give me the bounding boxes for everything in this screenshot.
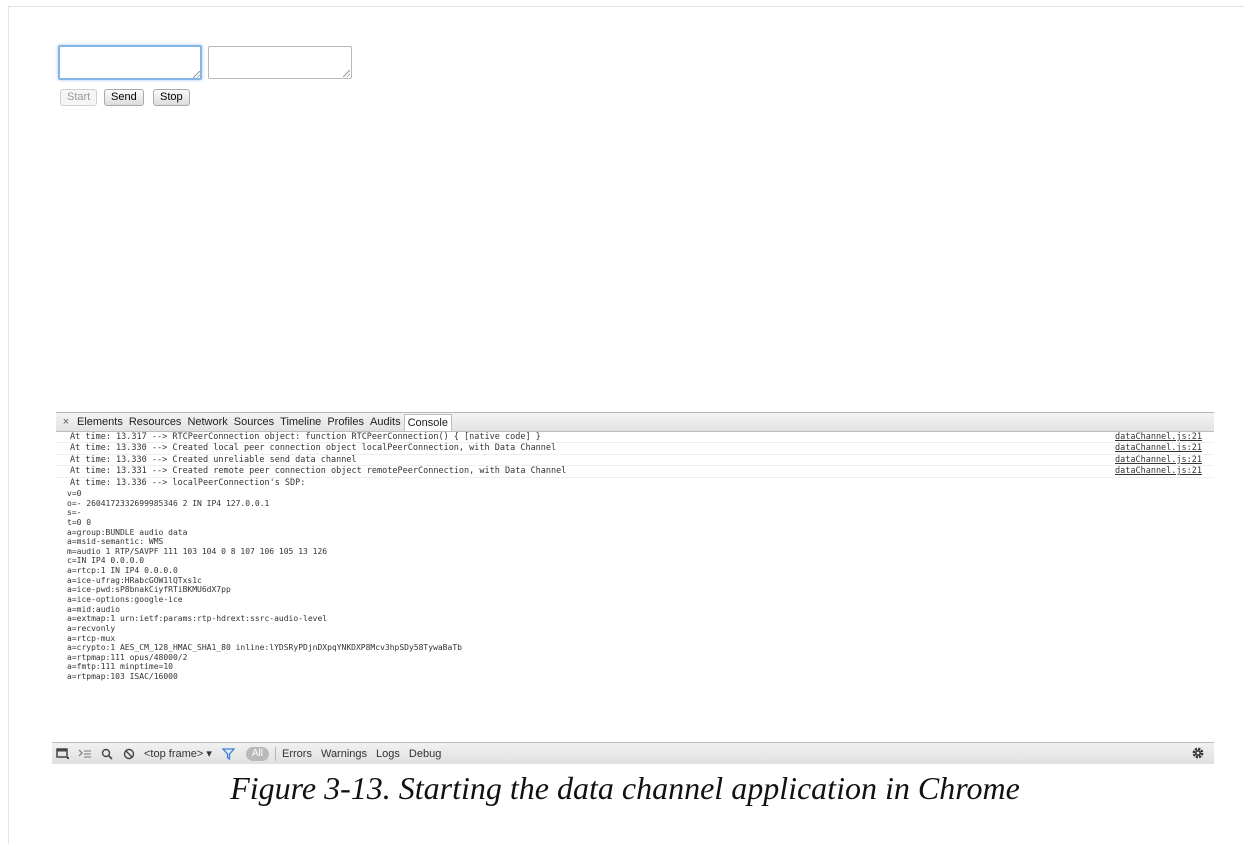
tab-console[interactable]: Console <box>403 414 452 431</box>
sdp-line: a=extmap:1 urn:ietf:params:rtp-hdrext:ss… <box>67 614 328 624</box>
receive-textarea[interactable] <box>208 46 352 79</box>
log-message: At time: 13.336 --> localPeerConnection'… <box>70 477 306 488</box>
sdp-block: v=0 o=- 2604172332699985346 2 IN IP4 127… <box>56 489 1214 682</box>
filter-all-pill[interactable]: All <box>245 746 270 761</box>
log-source-link[interactable]: dataChannel.js:21 <box>1115 455 1202 466</box>
sdp-line: v=0 <box>67 488 82 498</box>
gear-icon[interactable] <box>1190 745 1206 764</box>
start-button[interactable]: Start <box>60 89 98 106</box>
console-log-row: At time: 13.331 --> Created remote peer … <box>56 466 1214 478</box>
sdp-line: s=- <box>67 508 82 518</box>
sdp-line: a=rtcp-mux <box>67 633 116 643</box>
send-textarea-wrap <box>58 45 202 80</box>
sdp-line: a=fmtp:111 minptime=10 <box>67 662 173 672</box>
sdp-line: a=ice-ufrag:HRabcGOW1lQTxs1c <box>67 575 202 585</box>
sdp-line: m=audio 1 RTP/SAVPF 111 103 104 0 8 107 … <box>67 546 328 556</box>
send-textarea[interactable] <box>58 45 202 80</box>
sdp-line: a=rtpmap:103 ISAC/16000 <box>67 672 178 682</box>
statusbar-divider <box>275 746 277 761</box>
console-log-row: At time: 13.317 --> RTCPeerConnection ob… <box>56 432 1214 444</box>
sdp-line: a=rtpmap:111 opus/48000/2 <box>67 652 188 662</box>
log-source-link[interactable]: dataChannel.js:21 <box>1115 432 1202 443</box>
sdp-line: a=rtcp:1 IN IP4 0.0.0.0 <box>67 566 178 576</box>
receive-textarea-wrap <box>208 46 352 79</box>
figure-caption: Figure 3-13. Starting the data channel a… <box>230 770 1020 806</box>
filter-icon[interactable] <box>218 744 240 764</box>
sdp-line: a=recvonly <box>67 623 116 633</box>
console-log-row: At time: 13.330 --> Created unreliable s… <box>56 454 1214 467</box>
log-message: At time: 13.330 --> Created unreliable s… <box>70 454 357 465</box>
sdp-line: o=- 2604172332699985346 2 IN IP4 127.0.0… <box>67 498 270 508</box>
sdp-line: t=0 0 <box>67 517 92 527</box>
close-icon[interactable]: × <box>58 416 74 428</box>
tab-network[interactable]: Network <box>184 414 230 431</box>
tab-audits[interactable]: Audits <box>367 414 404 431</box>
filter-warnings[interactable]: Warnings <box>321 748 367 760</box>
sdp-line: a=ice-options:google-ice <box>67 595 183 604</box>
filter-debug[interactable]: Debug <box>409 748 441 760</box>
devtools-tabbar: × Elements Resources Network Sources Tim… <box>56 413 1214 432</box>
sdp-line: a=group:BUNDLE audio data <box>67 527 188 537</box>
console-log-row: At time: 13.330 --> Created local peer c… <box>56 443 1214 455</box>
log-message: At time: 13.331 --> Created remote peer … <box>70 466 567 477</box>
sdp-line: a=ice-pwd:sP8bnakCiyfRTiBKMU6dX7pp <box>67 585 231 595</box>
log-message: At time: 13.317 --> RTCPeerConnection ob… <box>70 432 541 442</box>
devtools-panel: × Elements Resources Network Sources Tim… <box>52 412 1214 764</box>
sdp-line: c=IN IP4 0.0.0.0 <box>67 556 145 566</box>
sdp-line: a=mid:audio <box>67 604 120 614</box>
tab-sources[interactable]: Sources <box>231 414 277 431</box>
search-icon[interactable] <box>96 744 118 764</box>
tab-resources[interactable]: Resources <box>126 414 185 431</box>
clear-console-icon[interactable] <box>118 744 140 764</box>
log-source-link[interactable]: dataChannel.js:21 <box>1115 443 1202 454</box>
stop-button[interactable]: Stop <box>153 89 190 106</box>
log-source-link[interactable]: dataChannel.js:21 <box>1115 466 1202 477</box>
sdp-line: a=msid-semantic: WMS <box>67 537 164 547</box>
console-output: At time: 13.317 --> RTCPeerConnection ob… <box>56 432 1214 741</box>
dock-icon[interactable] <box>52 744 74 764</box>
tab-elements[interactable]: Elements <box>74 414 126 431</box>
devtools-statusbar: <top frame> ▾ All Errors Warnings Logs D… <box>52 742 1214 764</box>
frame-select-dropdown[interactable]: <top frame> ▾ <box>144 747 212 760</box>
drawer-icon[interactable] <box>74 744 96 764</box>
send-button[interactable]: Send <box>104 89 144 106</box>
tab-timeline[interactable]: Timeline <box>277 414 324 431</box>
filter-errors[interactable]: Errors <box>282 748 312 760</box>
log-message: At time: 13.330 --> Created local peer c… <box>70 443 557 454</box>
sdp-line: a=crypto:1 AES_CM_128_HMAC_SHA1_80 inlin… <box>67 643 462 653</box>
console-log-row: At time: 13.336 --> localPeerConnection'… <box>56 478 1214 489</box>
tab-profiles[interactable]: Profiles <box>324 414 367 431</box>
filter-logs[interactable]: Logs <box>376 748 400 760</box>
